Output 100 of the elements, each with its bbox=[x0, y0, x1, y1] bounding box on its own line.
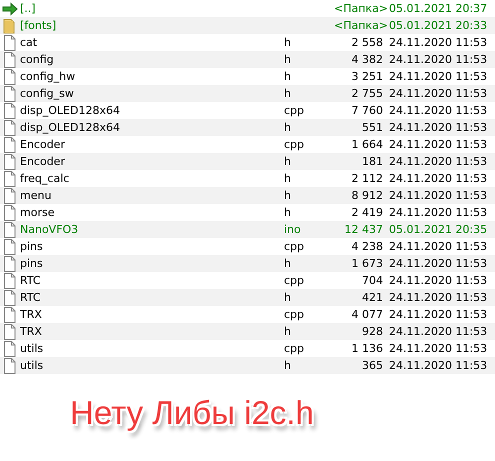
file-row[interactable]: TRX cpp 4 077 24.11.2020 11:53 bbox=[0, 306, 495, 323]
file-size: 1 673 bbox=[350, 256, 383, 272]
file-row[interactable]: freq_calc h 2 112 24.11.2020 11:53 bbox=[0, 170, 495, 187]
file-size: 365 bbox=[361, 358, 383, 374]
file-name: menu bbox=[19, 188, 52, 204]
file-icon bbox=[2, 120, 18, 136]
file-date: 05.01.2021 20:35 bbox=[389, 222, 488, 238]
file-row[interactable]: disp_OLED128x64 h 551 24.11.2020 11:53 bbox=[0, 119, 495, 136]
file-size: 2 558 bbox=[350, 35, 383, 51]
file-date: 24.11.2020 11:53 bbox=[389, 324, 488, 340]
file-row[interactable]: disp_OLED128x64 cpp 7 760 24.11.2020 11:53 bbox=[0, 102, 495, 119]
file-size: 1 136 bbox=[350, 341, 383, 357]
file-size: 2 419 bbox=[350, 205, 383, 221]
file-name: config bbox=[19, 52, 55, 68]
file-row[interactable]: config_sw h 2 755 24.11.2020 11:53 bbox=[0, 85, 495, 102]
file-name: cat bbox=[19, 35, 38, 51]
arrow-icon bbox=[2, 0, 18, 16]
file-date: 05.01.2021 20:33 bbox=[389, 18, 488, 34]
file-name: disp_OLED128x64 bbox=[19, 120, 121, 136]
file-icon bbox=[2, 340, 18, 356]
file-row[interactable]: TRX h 928 24.11.2020 11:53 bbox=[0, 323, 495, 340]
file-name: RTC bbox=[19, 290, 42, 306]
file-row[interactable]: pins cpp 4 238 24.11.2020 11:53 bbox=[0, 238, 495, 255]
file-name: NanoVFO3 bbox=[19, 222, 80, 238]
file-row[interactable]: [fonts] <Папка>05.01.2021 20:33 bbox=[0, 17, 495, 34]
file-extension: h bbox=[284, 324, 292, 340]
file-icon bbox=[2, 102, 18, 118]
file-date: 24.11.2020 11:53 bbox=[389, 154, 488, 170]
file-extension: h bbox=[284, 86, 292, 102]
file-row[interactable]: NanoVFO3 ino 12 437 05.01.2021 20:35 bbox=[0, 221, 495, 238]
file-date: 24.11.2020 11:53 bbox=[389, 239, 488, 255]
file-size: 551 bbox=[361, 120, 383, 136]
file-extension: h bbox=[284, 256, 292, 272]
file-extension: h bbox=[284, 120, 292, 136]
file-icon bbox=[2, 34, 18, 50]
file-row[interactable]: utils cpp 1 136 24.11.2020 11:53 bbox=[0, 340, 495, 357]
file-date: 24.11.2020 11:53 bbox=[389, 137, 488, 153]
file-icon bbox=[2, 68, 18, 84]
file-extension: cpp bbox=[284, 273, 306, 289]
file-size: 7 760 bbox=[350, 103, 383, 119]
file-row[interactable]: config h 4 382 24.11.2020 11:53 bbox=[0, 51, 495, 68]
file-row[interactable]: morse h 2 419 24.11.2020 11:53 bbox=[0, 204, 495, 221]
file-extension: cpp bbox=[284, 103, 306, 119]
file-date: 24.11.2020 11:53 bbox=[389, 103, 488, 119]
file-icon bbox=[2, 136, 18, 152]
file-name: [fonts] bbox=[19, 18, 58, 34]
file-size: 8 912 bbox=[350, 188, 383, 204]
file-name: [..] bbox=[19, 1, 37, 17]
file-extension: h bbox=[284, 69, 292, 85]
file-extension: cpp bbox=[284, 137, 306, 153]
file-icon bbox=[2, 256, 18, 272]
file-size: 2 112 bbox=[350, 171, 383, 187]
file-row[interactable]: utils h 365 24.11.2020 11:53 bbox=[0, 357, 495, 374]
file-date: 24.11.2020 11:53 bbox=[389, 120, 488, 136]
file-name: pins bbox=[19, 256, 44, 272]
file-size: 4 382 bbox=[350, 52, 383, 68]
file-extension: h bbox=[284, 171, 292, 187]
file-size: 928 bbox=[361, 324, 383, 340]
file-date: 24.11.2020 11:53 bbox=[389, 171, 488, 187]
file-row[interactable]: Encoder h 181 24.11.2020 11:53 bbox=[0, 153, 495, 170]
file-extension: cpp bbox=[284, 307, 306, 323]
file-icon bbox=[2, 86, 18, 102]
file-size: 12 437 bbox=[344, 222, 383, 238]
file-size: 421 bbox=[361, 290, 383, 306]
file-name: RTC bbox=[19, 273, 42, 289]
file-icon bbox=[2, 272, 18, 288]
file-icon bbox=[2, 188, 18, 204]
file-size: 4 238 bbox=[350, 239, 383, 255]
file-icon bbox=[2, 290, 18, 306]
file-row[interactable]: config_hw h 3 251 24.11.2020 11:53 bbox=[0, 68, 495, 85]
file-icon bbox=[2, 358, 18, 374]
file-date: 24.11.2020 11:53 bbox=[389, 86, 488, 102]
file-date: 24.11.2020 11:53 bbox=[389, 69, 488, 85]
file-size: 2 755 bbox=[350, 86, 383, 102]
file-extension: ino bbox=[284, 222, 302, 238]
file-size: 3 251 bbox=[350, 69, 383, 85]
file-icon bbox=[2, 52, 18, 68]
file-name: utils bbox=[19, 341, 44, 357]
file-row[interactable]: pins h 1 673 24.11.2020 11:53 bbox=[0, 255, 495, 272]
file-size: 704 bbox=[361, 273, 383, 289]
file-row[interactable]: RTC cpp 704 24.11.2020 11:53 bbox=[0, 272, 495, 289]
file-row[interactable]: [..] <Папка>05.01.2021 20:37 bbox=[0, 0, 495, 17]
file-date: 24.11.2020 11:53 bbox=[389, 256, 488, 272]
caption-text: Нету Либы i2c.h bbox=[70, 394, 314, 432]
file-row[interactable]: menu h 8 912 24.11.2020 11:53 bbox=[0, 187, 495, 204]
file-name: utils bbox=[19, 358, 44, 374]
file-date: 24.11.2020 11:53 bbox=[389, 35, 488, 51]
file-extension: h bbox=[284, 154, 292, 170]
file-date: 24.11.2020 11:53 bbox=[389, 205, 488, 221]
file-extension: h bbox=[284, 52, 292, 68]
file-date: 24.11.2020 11:53 bbox=[389, 188, 488, 204]
file-date: 24.11.2020 11:53 bbox=[389, 341, 488, 357]
file-icon bbox=[2, 238, 18, 254]
file-icon bbox=[2, 324, 18, 340]
file-size: 181 bbox=[361, 154, 383, 170]
file-name: Encoder bbox=[19, 154, 66, 170]
file-name: freq_calc bbox=[19, 171, 70, 187]
file-row[interactable]: RTC h 421 24.11.2020 11:53 bbox=[0, 289, 495, 306]
file-row[interactable]: Encoder cpp 1 664 24.11.2020 11:53 bbox=[0, 136, 495, 153]
file-row[interactable]: cat h 2 558 24.11.2020 11:53 bbox=[0, 34, 495, 51]
